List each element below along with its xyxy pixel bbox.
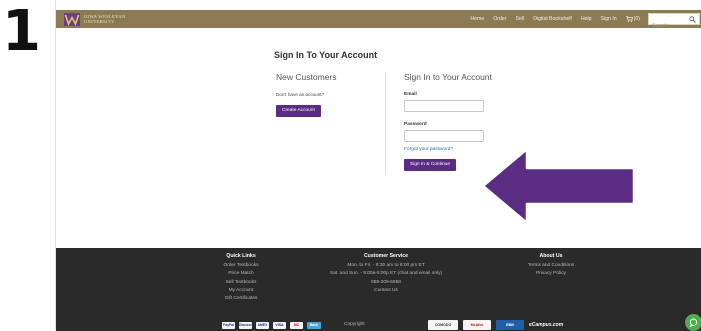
discover-logo: Discover (239, 322, 254, 329)
sign-in-continue-button[interactable]: Sign In & Continue (404, 159, 457, 171)
mastercard-logo: MC (290, 322, 303, 329)
nav-help[interactable]: Help (581, 16, 592, 22)
comodo-badge: COMODO (428, 320, 458, 330)
terms-link[interactable]: Terms and Conditions (496, 262, 606, 270)
chat-button[interactable] (685, 314, 701, 331)
customer-service-heading: Customer Service (363, 253, 409, 259)
nav-order[interactable]: Order (493, 16, 506, 22)
footer-link-sell-textbooks[interactable]: Sell Textbooks (196, 279, 286, 287)
payment-logos: PayPal Discover AMEX VISA MC Bank (222, 322, 325, 329)
site-logo[interactable]: IOWA WESLEYAN UNIVERSITY (64, 12, 130, 26)
footer-link-price-match[interactable]: Price Match (196, 270, 286, 278)
chat-bubble-icon (689, 318, 698, 327)
w-crest-icon (64, 12, 80, 26)
site-footer: Quick Links Order Textbooks Price Match … (56, 248, 701, 331)
new-customers-section: New Customers Don't have an account? Cre… (276, 72, 376, 117)
mcafee-badge: McAfee (463, 320, 491, 330)
phone-number[interactable]: 859-209-6958 (296, 279, 476, 287)
cart-count: (0) (633, 16, 640, 22)
main-content: Sign In To Your Account New Customers Do… (56, 28, 701, 248)
step-number: 1 (2, 0, 41, 64)
password-label: Password (404, 122, 427, 127)
customer-service: Customer Service Mon. to Fri. - 8:30 am … (296, 253, 476, 295)
search-box (648, 13, 700, 31)
logo-text: IOWA WESLEYAN UNIVERSITY (84, 14, 126, 24)
contact-us-link[interactable]: Contact Us (296, 287, 476, 295)
quick-links-heading: Quick Links (226, 253, 256, 259)
nav-sign-in[interactable]: Sign In (601, 16, 617, 22)
password-field[interactable] (404, 130, 484, 142)
trust-badges: COMODO McAfee BBB eCampus.com (428, 320, 568, 330)
nav-home[interactable]: Home (470, 16, 484, 22)
search-icon[interactable] (689, 16, 696, 23)
privacy-link[interactable]: Privacy Policy (496, 270, 606, 278)
cart-icon (625, 16, 633, 22)
copyright-text: Copyright (344, 322, 365, 327)
ecampus-logo: eCampus.com (529, 322, 564, 328)
footer-link-order-textbooks[interactable]: Order Textbooks (196, 262, 286, 270)
create-account-button[interactable]: Create Account (276, 105, 321, 117)
about-us-heading: About Us (539, 253, 563, 259)
sign-in-heading: Sign In to Your Account (404, 72, 492, 82)
visa-logo: VISA (273, 322, 286, 329)
footer-link-gift-certificates[interactable]: Gift Certificates (196, 295, 286, 303)
browser-page: IOWA WESLEYAN UNIVERSITY Home Order Sell… (55, 0, 701, 331)
paypal-logo: PayPal (222, 322, 235, 329)
quick-links: Quick Links Order Textbooks Price Match … (196, 253, 286, 303)
cart-link[interactable]: (0) (625, 16, 640, 22)
no-account-prompt: Don't have an account? (276, 92, 325, 97)
nav-sell[interactable]: Sell (516, 16, 525, 22)
hours-weekend: Sat. and Sun. - 9:00a-5:00p ET (chat and… (329, 271, 443, 277)
amex-logo: AMEX (256, 322, 269, 329)
email-label: Email (404, 92, 417, 97)
hours-weekday: Mon. to Fri. - 8:30 am to 6:00 pm ET (347, 263, 425, 268)
page-title: Sign In To Your Account (274, 50, 378, 60)
left-arrow-icon (481, 147, 636, 225)
site-header: IOWA WESLEYAN UNIVERSITY Home Order Sell… (56, 10, 701, 31)
about-us: About Us Terms and Conditions Privacy Po… (496, 253, 606, 279)
column-divider (385, 72, 386, 174)
email-field[interactable] (404, 100, 484, 112)
new-customers-heading: New Customers (276, 72, 337, 82)
bbb-badge: BBB (496, 320, 524, 330)
top-nav: Home Order Sell Digital Bookshelf Help S… (461, 10, 700, 31)
footer-link-my-account[interactable]: My Account (196, 287, 286, 295)
bank-logo: Bank (307, 322, 321, 329)
nav-digital-bookshelf[interactable]: Digital Bookshelf (533, 16, 572, 22)
